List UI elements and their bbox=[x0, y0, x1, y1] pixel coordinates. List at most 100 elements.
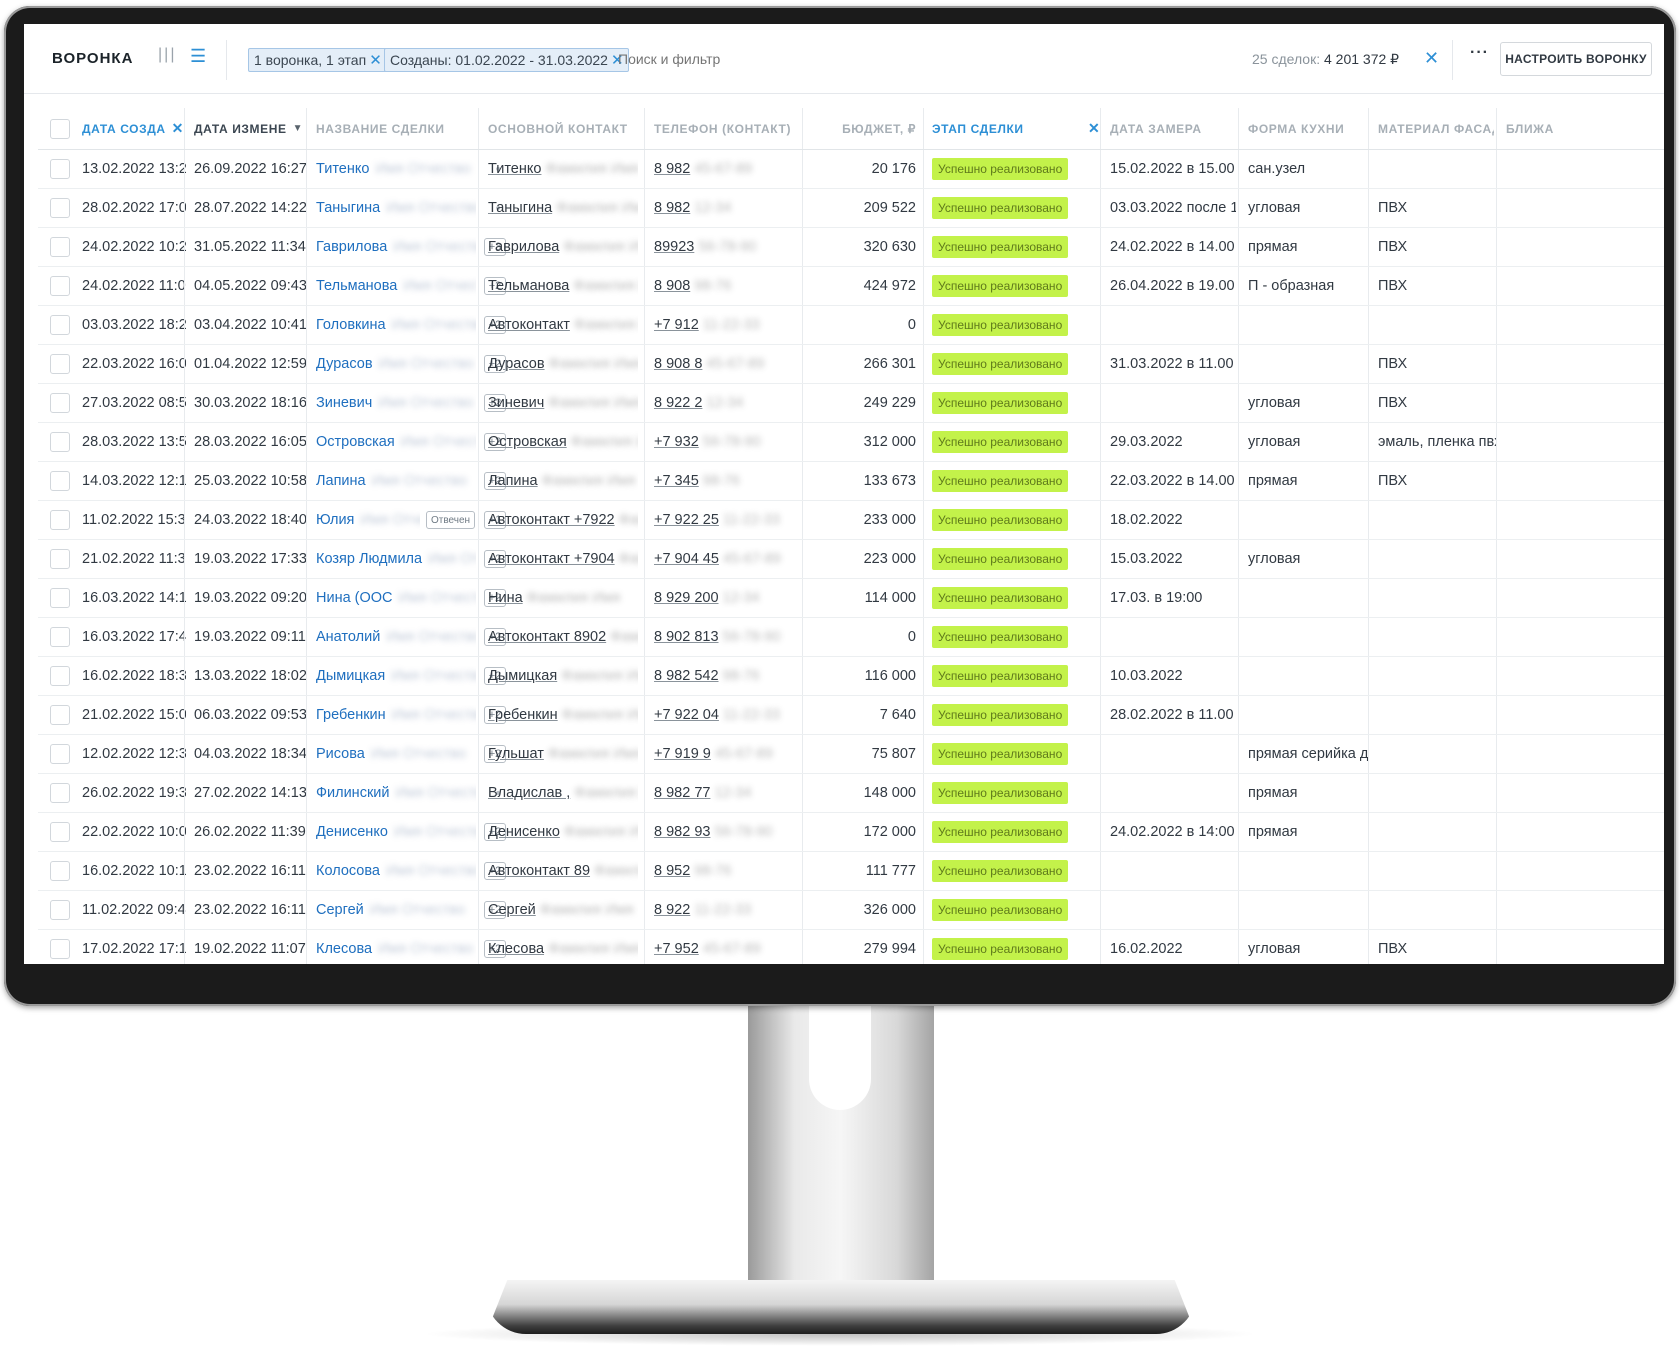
stage-badge[interactable]: Успешно реализовано bbox=[932, 314, 1069, 336]
contact-link[interactable]: Дурасов bbox=[488, 356, 545, 372]
contact-link[interactable]: Гаврилова bbox=[488, 239, 559, 255]
deal-name-link[interactable]: Рисова bbox=[316, 746, 365, 762]
table-row[interactable]: 24.02.2022 11:0 04.05.2022 09:43 Тельманов… bbox=[38, 267, 1664, 306]
contact-link[interactable]: Гребенкин bbox=[488, 707, 558, 723]
stage-badge[interactable]: Успешно реализовано bbox=[932, 782, 1069, 804]
deal-name-link[interactable]: Гаврилова bbox=[316, 239, 387, 255]
phone-link[interactable]: +7 919 9 bbox=[654, 746, 711, 762]
deal-name-link[interactable]: Денисенко bbox=[316, 824, 388, 840]
deal-name-link[interactable]: Гребенкин bbox=[316, 707, 386, 723]
deal-name-link[interactable]: Дурасов bbox=[316, 356, 373, 372]
table-row[interactable]: 16.03.2022 14:1 19.03.2022 09:20 Нина (ООС… bbox=[38, 579, 1664, 618]
table-row[interactable]: 03.03.2022 18:2 03.04.2022 10:41 Головкина… bbox=[38, 306, 1664, 345]
contact-link[interactable]: Нина bbox=[488, 590, 523, 606]
contact-link[interactable]: Островская bbox=[488, 434, 567, 450]
column-header-kitchen-shape[interactable]: ФОРМА КУХНИ bbox=[1248, 108, 1368, 149]
row-checkbox[interactable] bbox=[50, 354, 70, 374]
close-icon[interactable]: ✕ bbox=[172, 120, 184, 137]
phone-link[interactable]: 8 982 93 bbox=[654, 824, 710, 840]
row-checkbox[interactable] bbox=[50, 432, 70, 452]
select-all-checkbox[interactable] bbox=[50, 118, 70, 139]
contact-link[interactable]: Клесова bbox=[488, 941, 544, 957]
contact-link[interactable]: Зиневич bbox=[488, 395, 544, 411]
deal-name-link[interactable]: Тельманова bbox=[316, 278, 397, 294]
row-checkbox[interactable] bbox=[50, 627, 70, 647]
contact-link[interactable]: Автоконтакт bbox=[488, 317, 570, 333]
table-row[interactable]: 21.02.2022 11:3 19.03.2022 17:33 Козяр Люд… bbox=[38, 540, 1664, 579]
column-header-facade-material[interactable]: МАТЕРИАЛ ФАСАД bbox=[1378, 108, 1494, 149]
close-icon[interactable]: ✕ bbox=[1088, 120, 1100, 137]
phone-link[interactable]: 8 908 8 bbox=[654, 356, 702, 372]
row-checkbox[interactable] bbox=[50, 705, 70, 725]
deal-name-link[interactable]: Филинский bbox=[316, 785, 389, 801]
stage-badge[interactable]: Успешно реализовано bbox=[932, 938, 1069, 960]
column-header-name[interactable]: НАЗВАНИЕ СДЕЛКИ bbox=[316, 108, 476, 149]
stage-badge[interactable]: Успешно реализовано bbox=[932, 392, 1069, 414]
table-row[interactable]: 11.02.2022 15:3 24.03.2022 18:40 Юлия Имя О… bbox=[38, 501, 1664, 540]
table-row[interactable]: 12.02.2022 12:3 04.03.2022 18:34 Рисова Имя… bbox=[38, 735, 1664, 774]
deal-name-link[interactable]: Зиневич bbox=[316, 395, 372, 411]
contact-link[interactable]: Денисенко bbox=[488, 824, 560, 840]
contact-link[interactable]: Автоконтакт 89 bbox=[488, 863, 590, 879]
phone-link[interactable]: 8 982 77 bbox=[654, 785, 710, 801]
table-row[interactable]: 26.02.2022 19:3 27.02.2022 14:13 Филинский… bbox=[38, 774, 1664, 813]
deal-name-link[interactable]: Островская bbox=[316, 434, 395, 450]
table-row[interactable]: 28.03.2022 13:5 28.03.2022 16:05 Островска… bbox=[38, 423, 1664, 462]
table-row[interactable]: 22.02.2022 10:0 26.02.2022 11:39 Денисенко… bbox=[38, 813, 1664, 852]
row-checkbox[interactable] bbox=[50, 276, 70, 296]
stage-badge[interactable]: Успешно реализовано bbox=[932, 353, 1069, 375]
stage-badge[interactable]: Успешно реализовано bbox=[932, 743, 1069, 765]
deal-name-link[interactable]: Анатолий bbox=[316, 629, 380, 645]
phone-link[interactable]: +7 912 bbox=[654, 317, 699, 333]
table-row[interactable]: 24.02.2022 10:2 31.05.2022 11:34 Гаврилова… bbox=[38, 228, 1664, 267]
phone-link[interactable]: 8 922 bbox=[654, 902, 690, 918]
stage-badge[interactable]: Успешно реализовано bbox=[932, 431, 1069, 453]
column-header-nearest[interactable]: БЛИЖА bbox=[1506, 108, 1566, 149]
row-checkbox[interactable] bbox=[50, 822, 70, 842]
row-checkbox[interactable] bbox=[50, 588, 70, 608]
contact-link[interactable]: Автоконтакт +7904 bbox=[488, 551, 615, 567]
stage-badge[interactable]: Успешно реализовано bbox=[932, 665, 1069, 687]
column-header-phone[interactable]: ТЕЛЕФОН (КОНТАКТ) bbox=[654, 108, 804, 149]
contact-link[interactable]: Тельманова bbox=[488, 278, 569, 294]
table-row[interactable]: 16.03.2022 17:4 19.03.2022 09:11 Анатолий И… bbox=[38, 618, 1664, 657]
more-menu-button[interactable]: ··· bbox=[1470, 44, 1489, 62]
table-row[interactable]: 21.02.2022 15:0 06.03.2022 09:53 Гребенкин… bbox=[38, 696, 1664, 735]
contact-link[interactable]: Автоконтакт 8902 bbox=[488, 629, 606, 645]
row-checkbox[interactable] bbox=[50, 393, 70, 413]
close-icon[interactable]: ✕ bbox=[369, 52, 382, 69]
phone-link[interactable]: 89923 bbox=[654, 239, 694, 255]
stage-badge[interactable]: Успешно реализовано bbox=[932, 236, 1069, 258]
search-input[interactable] bbox=[618, 51, 918, 67]
phone-link[interactable]: 8 952 bbox=[654, 863, 690, 879]
stage-badge[interactable]: Успешно реализовано bbox=[932, 548, 1069, 570]
column-header-contact[interactable]: ОСНОВНОЙ КОНТАКТ bbox=[488, 108, 644, 149]
row-checkbox[interactable] bbox=[50, 744, 70, 764]
row-checkbox[interactable] bbox=[50, 666, 70, 686]
deal-name-link[interactable]: Нина (ООС bbox=[316, 590, 393, 606]
phone-link[interactable]: 8 929 200 bbox=[654, 590, 719, 606]
chevron-down-icon[interactable]: ▼ bbox=[293, 123, 304, 134]
phone-link[interactable]: 8 982 bbox=[654, 161, 690, 177]
column-header-measure-date[interactable]: ДАТА ЗАМЕРА bbox=[1110, 108, 1236, 149]
row-checkbox[interactable] bbox=[50, 237, 70, 257]
phone-link[interactable]: +7 904 45 bbox=[654, 551, 719, 567]
table-row[interactable]: 13.02.2022 13:2 26.09.2022 16:27 Титенко Им… bbox=[38, 150, 1664, 189]
contact-link[interactable]: Лапина bbox=[488, 473, 538, 489]
stage-badge[interactable]: Успешно реализовано bbox=[932, 821, 1069, 843]
phone-link[interactable]: 8 922 2 bbox=[654, 395, 702, 411]
stage-badge[interactable]: Успешно реализовано bbox=[932, 626, 1069, 648]
row-checkbox[interactable] bbox=[50, 510, 70, 530]
stage-badge[interactable]: Успешно реализовано bbox=[932, 158, 1069, 180]
phone-link[interactable]: +7 952 bbox=[654, 941, 699, 957]
table-row[interactable]: 22.03.2022 16:0 01.04.2022 12:59 Дурасов Им… bbox=[38, 345, 1664, 384]
filter-chip-pipeline[interactable]: 1 воронка, 1 этап ✕ bbox=[248, 48, 387, 72]
deal-name-link[interactable]: Козяр Людмила bbox=[316, 551, 422, 567]
stage-badge[interactable]: Успешно реализовано bbox=[932, 704, 1069, 726]
deal-name-link[interactable]: Сергей bbox=[316, 902, 364, 918]
table-row[interactable]: 14.03.2022 12:1 25.03.2022 10:58 Лапина Имя… bbox=[38, 462, 1664, 501]
stage-badge[interactable]: Успешно реализовано bbox=[932, 899, 1069, 921]
table-row[interactable]: 27.03.2022 08:5 30.03.2022 18:16 Зиневич Им… bbox=[38, 384, 1664, 423]
contact-link[interactable]: Владислав , bbox=[488, 785, 570, 801]
contact-link[interactable]: Таныгина bbox=[488, 200, 552, 216]
